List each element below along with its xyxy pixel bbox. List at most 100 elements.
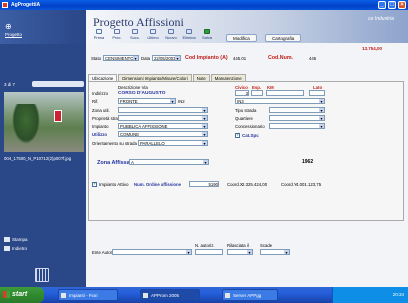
proprieta-select[interactable]: [118, 115, 208, 121]
last-record-button[interactable]: Ultimo: [146, 29, 160, 41]
app-icon: [2, 2, 8, 8]
record-form: 13.754,00 Stato CENSIMENTO Data 22/05/20…: [86, 43, 408, 287]
rif-number: IN2: [178, 99, 185, 104]
prev-record-button[interactable]: Prec.: [110, 29, 124, 41]
zona-affissa-select[interactable]: A: [129, 159, 209, 165]
utilizzo-select[interactable]: COMUNE: [118, 131, 208, 137]
cat-spc-checkbox[interactable]: [235, 132, 240, 139]
photo-thumbnail[interactable]: [4, 92, 84, 152]
prev-icon: [114, 29, 120, 34]
new-record-button[interactable]: Nuovo: [164, 29, 178, 41]
system-tray: 20:34: [332, 287, 408, 303]
utilizzo-label: Utilizzo: [92, 132, 108, 137]
cod-impianto-label: Cod Impianto (A): [185, 55, 228, 61]
print-label: Stampa: [12, 237, 28, 242]
esp-input[interactable]: [251, 90, 263, 96]
indirizzo-value[interactable]: CORSO D'AUGUSTO: [118, 91, 165, 96]
window-icon: [225, 293, 230, 298]
rif-label: Rif.: [92, 99, 99, 104]
zona-uti-select[interactable]: [118, 107, 208, 113]
rilasciata-field[interactable]: [227, 249, 253, 255]
indirizzo-label: Indirizzo: [92, 91, 109, 96]
cartografia-button[interactable]: Cartografia: [265, 34, 302, 42]
next-icon: [132, 29, 138, 34]
window-title: AgProgettiA: [11, 2, 41, 8]
orientamento-select[interactable]: PARALLELO: [138, 140, 208, 146]
sidebar-section-label[interactable]: Progetto: [5, 32, 22, 37]
header-brand: ce Industria: [368, 16, 394, 22]
modifica-button[interactable]: Modifica: [226, 34, 257, 42]
windows-logo-icon: [3, 291, 10, 298]
page-header: Progetto Affissioni ce Industria Prima P…: [86, 10, 408, 43]
n-autoriz-input[interactable]: [195, 249, 223, 255]
save-icon: [204, 29, 210, 34]
back-arrow-icon: [4, 246, 10, 252]
cat-spc-check[interactable]: Cat.Spc: [235, 132, 259, 139]
start-button[interactable]: start: [0, 287, 44, 303]
last-icon: [150, 29, 156, 34]
civico-input[interactable]: 3: [235, 90, 249, 96]
taskbar-item-impianti[interactable]: Impianti - Fiori: [58, 289, 118, 301]
photo-tree: [12, 104, 40, 144]
num-ordine-label: Num. Ordine affissione: [134, 182, 182, 187]
sidebar: ⊕ Progetto 3 di 7 004_17500_N_P10712(2)p…: [0, 10, 86, 287]
rif-select[interactable]: FRONTE: [118, 98, 176, 104]
back-label: Indietro: [12, 246, 28, 251]
print-link[interactable]: Stampa: [4, 237, 28, 243]
rilasciata-label: Rilasciata il: [227, 243, 249, 248]
quartiere-select[interactable]: [269, 115, 325, 121]
quartiere-label: Quartiere: [235, 116, 253, 121]
data-field[interactable]: 22/05/2003: [152, 55, 181, 61]
concessionario-select[interactable]: [269, 123, 325, 129]
ubicazione-panel: Descrizione Via Civico Esp. KM Lato Indi…: [88, 81, 404, 221]
save-record-button[interactable]: Salva: [200, 29, 214, 41]
lato-input[interactable]: [309, 90, 325, 96]
coord-y-value: 4.001.123,75: [296, 182, 322, 187]
clock[interactable]: 20:34: [393, 292, 404, 297]
maximize-button[interactable]: □: [388, 1, 396, 9]
cod-num-label: Cod.Num.: [268, 55, 294, 61]
num-ordine-input[interactable]: 5190: [189, 181, 219, 187]
coord-x-label: Coord.X: [227, 182, 243, 187]
coord-y-label: Coord.Y: [281, 182, 297, 187]
tipo-strada-select[interactable]: [269, 107, 325, 113]
window-icon: [61, 293, 66, 298]
stato-select[interactable]: CENSIMENTO: [103, 55, 139, 61]
impianto-select[interactable]: PUBBLICA AFFISSIONE: [118, 123, 208, 129]
close-button[interactable]: ×: [398, 1, 406, 9]
back-link[interactable]: Indietro: [4, 246, 28, 252]
next-record-button[interactable]: Succ.: [128, 29, 142, 41]
scade-field[interactable]: [260, 249, 290, 255]
impianto-label: Impianto: [92, 124, 109, 129]
scade-label: Scade: [260, 243, 273, 248]
rif-secondary-select[interactable]: IN3: [235, 98, 325, 104]
cod-impianto-value: 445.01: [233, 56, 247, 61]
photo-nav-bar[interactable]: [32, 81, 84, 87]
impianto-attivo-checkbox[interactable]: [92, 181, 97, 188]
first-icon: [96, 29, 102, 34]
taskbar-item-approm[interactable]: APProm 2005: [140, 289, 200, 301]
page-title: Progetto Affissioni: [93, 15, 184, 29]
delete-record-button[interactable]: Elimina: [182, 29, 196, 41]
trash-icon[interactable]: [35, 268, 49, 282]
km-input[interactable]: [266, 90, 304, 96]
zona-affissa-label: Zona Affissa: [97, 160, 130, 166]
sidebar-header: [0, 10, 86, 44]
impianto-attivo-check[interactable]: Impianto Attivo: [92, 181, 129, 188]
minimize-button[interactable]: _: [378, 1, 386, 9]
stato-label: Stato: [91, 56, 102, 61]
taskbar-item-server[interactable]: Server APPgg: [222, 289, 278, 301]
data-label: Data: [141, 56, 151, 61]
concessionario-label: Concessionario: [235, 124, 265, 129]
main-panel: Progetto Affissioni ce Industria Prima P…: [86, 10, 408, 287]
add-icon[interactable]: ⊕: [5, 23, 12, 31]
photo-sign: [54, 110, 62, 122]
tipo-strada-label: Tipo strada: [235, 108, 257, 113]
first-record-button[interactable]: Prima: [92, 29, 106, 41]
cod-num-value: 445: [309, 56, 317, 61]
print-icon: [4, 237, 10, 243]
year-value: 1962: [302, 159, 314, 165]
photo-filename: 004_17500_N_P10712(2)p00?f.jpg: [4, 156, 72, 161]
ente-autoriz-select[interactable]: [112, 249, 192, 255]
orientamento-label: Orientamento su strada: [92, 141, 137, 146]
